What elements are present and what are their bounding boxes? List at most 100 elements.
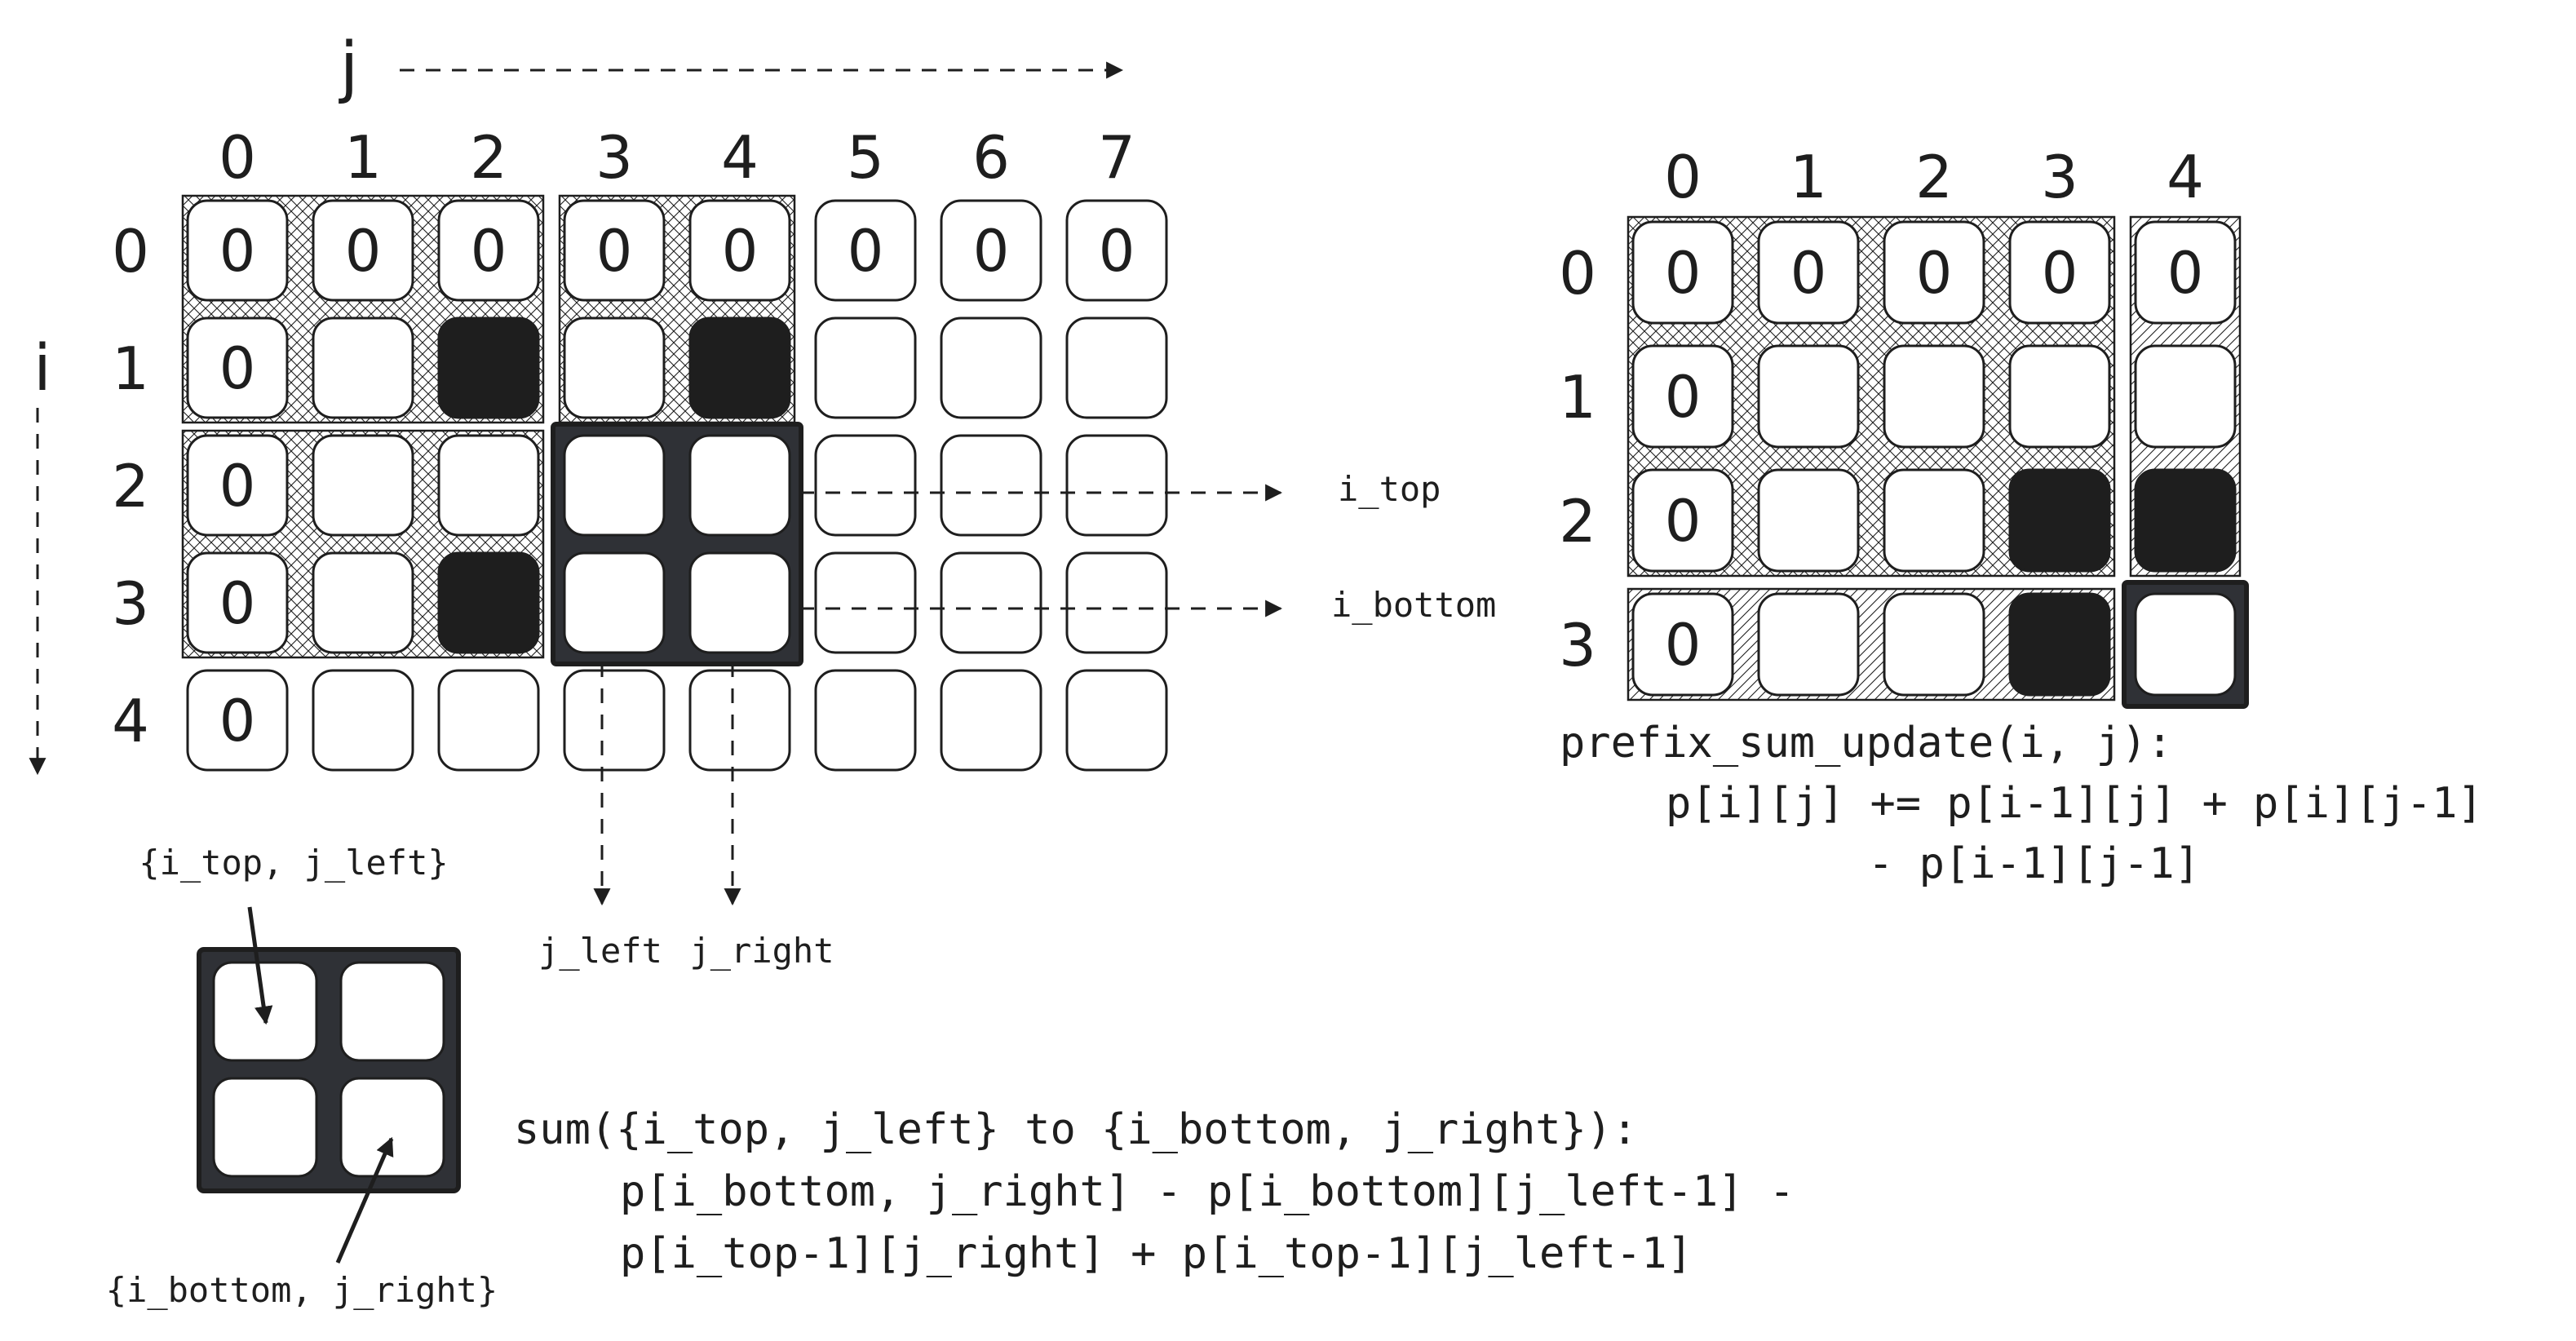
filled-cell [2134,468,2237,573]
j-right-label: j_right [689,931,834,971]
grid-cell [1757,468,1860,573]
grid-cell [940,316,1042,419]
cell-value: 0 [1665,240,1702,307]
cell-value: 0 [2167,240,2204,307]
column-index-label: 0 [1664,143,1702,211]
cell-value: 0 [1790,240,1827,307]
column-index-label: 3 [2041,143,2078,211]
grid-cell [312,669,414,772]
cell-value: 0 [1665,488,1702,555]
update-formula-line: prefix_sum_update(i, j): [1560,719,2172,768]
update-formula-line: - p[i-1][j-1] [1868,839,2200,888]
grid-cell [814,669,917,772]
cell-value: 0 [1099,218,1135,285]
grid-cell [1883,468,1985,573]
grid-cell [563,551,666,654]
filled-cell [437,551,540,654]
row-index-label: 2 [112,452,149,520]
sum-formula-line: p[i_top-1][j_right] + p[i_top-1][j_left-… [620,1229,1693,1278]
column-index-label: 5 [847,123,884,192]
i-top-label: i_top [1338,469,1441,509]
grid-cell [814,434,917,537]
sum-formula-line: sum({i_top, j_left} to {i_bottom, j_righ… [514,1105,1638,1154]
grid-cell [1065,434,1168,537]
cell-value: 0 [722,218,759,285]
column-index-label: 4 [2167,143,2204,211]
column-index-label: 1 [1790,143,1827,211]
column-index-label: 6 [972,123,1010,192]
cell-value: 0 [2042,240,2078,307]
row-index-label: 2 [1559,487,1596,555]
cell-value: 0 [973,218,1010,285]
row-index-label: 3 [112,569,149,638]
grid-cell [1065,551,1168,654]
filled-cell [2008,468,2111,573]
row-index-label: 0 [1559,239,1596,308]
grid-cell [940,551,1042,654]
grid-cell [1065,669,1168,772]
cell-value: 0 [1665,364,1702,431]
grid-cell [940,434,1042,537]
grid-cell [312,434,414,537]
grid-cell [563,316,666,419]
column-index-label: 1 [344,123,382,192]
update-formula-line: p[i][j] += p[i-1][j] + p[i][j-1] [1666,779,2483,828]
grid-cell [563,669,666,772]
i-axis-label: i [33,332,51,405]
cell-value: 0 [471,218,507,285]
grid-cell [312,316,414,419]
i-bottom-label: i_bottom [1331,585,1496,625]
grid-cell [312,551,414,654]
column-index-label: 2 [470,123,507,192]
cell-value: 0 [1665,612,1702,679]
cell-value: 0 [219,218,256,285]
grid-cell [2134,344,2237,449]
column-index-label: 0 [219,123,256,192]
grid-cell [437,669,540,772]
cell-value: 0 [219,570,256,637]
filled-cell [688,316,791,419]
row-index-label: 4 [112,687,149,755]
bottom-right-corner-label: {i_bottom, j_right} [106,1270,498,1310]
column-index-label: 4 [721,123,759,192]
row-index-label: 1 [112,334,149,403]
grid-cell [814,316,917,419]
sum-formula: sum({i_top, j_left} to {i_bottom, j_righ… [514,1105,1795,1278]
grid-cell [2008,344,2111,449]
cell-value: 0 [1916,240,1953,307]
grid-cell [814,551,917,654]
cell-value: 0 [345,218,382,285]
cell-value: 0 [596,218,633,285]
row-index-label: 1 [1559,363,1596,432]
grid-cell [688,669,791,772]
grid-cell [1883,344,1985,449]
filled-cell [2008,592,2111,697]
grid-cell [2134,592,2237,697]
column-index-label: 2 [1915,143,1953,211]
grid-cell [1757,592,1860,697]
left-grid: 0 1 2 3 4 5 6 7 0 1 2 3 4 0 0 0 0 0 0 0 0 0 0 0 0 [112,123,1168,772]
grid-cell [1883,592,1985,697]
grid-cell [688,434,791,537]
cell-value: 0 [219,688,256,755]
sum-formula-line: p[i_bottom, j_right] - p[i_bottom][j_lef… [620,1167,1795,1216]
right-grid: 0 1 2 3 401230 0 0 0 0000 [1559,143,2249,709]
row-index-label: 3 [1559,611,1596,679]
j-axis-label: j [339,29,359,106]
update-formula: prefix_sum_update(i, j): p[i][j] += p[i-… [1560,719,2483,888]
top-left-corner-label: {i_top, j_left} [139,843,448,883]
cell-value: 0 [848,218,884,285]
cell-value: 0 [219,335,256,402]
grid-cell [563,434,666,537]
grid-cell [1065,316,1168,419]
grid-cell [437,434,540,537]
grid-cell [1757,344,1860,449]
grid-cell [940,669,1042,772]
filled-cell [437,316,540,419]
column-index-label: 7 [1098,123,1135,192]
cell-value: 0 [219,453,256,520]
row-index-label: 0 [112,217,149,285]
query-block-zoom [197,947,461,1193]
grid-cell [688,551,791,654]
j-left-label: j_left [538,931,662,971]
